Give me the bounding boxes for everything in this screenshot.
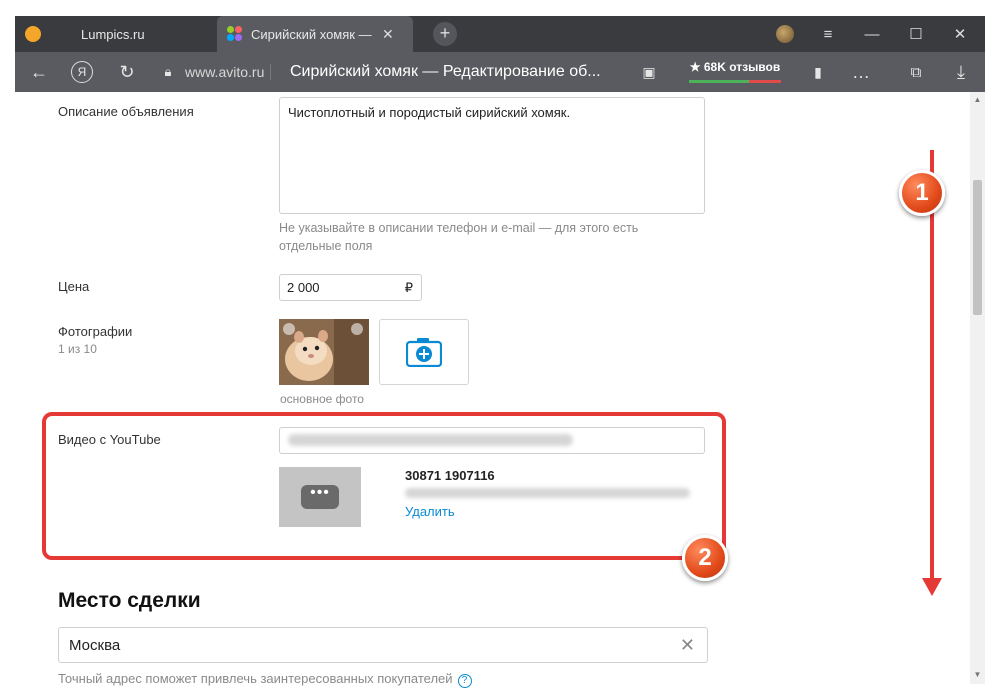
address-hint: Точный адрес поможет привлечь заинтересо… <box>58 671 472 688</box>
city-input[interactable]: Москва ✕ <box>58 627 708 663</box>
download-icon[interactable]: ⤓ <box>949 60 973 84</box>
more-icon[interactable]: … <box>849 60 873 84</box>
scroll-up-icon[interactable]: ▲ <box>972 95 983 106</box>
translate-icon[interactable]: ▣ <box>637 60 661 84</box>
tab-title: Lumpics.ru <box>81 26 145 42</box>
avito-favicon-icon <box>227 26 243 42</box>
step-badge-1: 1 <box>899 170 945 216</box>
tab-lumpics[interactable]: Lumpics.ru <box>15 16 215 52</box>
photos-label: Фотографии <box>58 324 133 339</box>
back-icon[interactable]: ← <box>27 60 51 84</box>
help-icon[interactable]: ? <box>457 674 472 688</box>
address-bar: ← Я ↻ 🔒︎ www.avito.ru Сирийский хомяк — … <box>15 52 985 92</box>
currency-symbol: ₽ <box>404 280 413 295</box>
page-content: Описание объявления Чистоплотный и пород… <box>15 92 970 700</box>
hamster-photo-image <box>279 319 369 385</box>
hamster-photo-thumbnail[interactable] <box>279 319 369 385</box>
url-page-title[interactable]: Сирийский хомяк — Редактирование об... <box>290 63 601 81</box>
extensions-icon[interactable]: ⧉ <box>904 60 928 84</box>
maximize-icon[interactable]: ☐ <box>901 16 931 52</box>
clear-city-icon[interactable]: ✕ <box>680 635 695 656</box>
price-label: Цена <box>58 279 90 294</box>
lock-icon[interactable]: 🔒︎ <box>156 60 180 84</box>
city-value: Москва <box>69 637 121 654</box>
yandex-icon[interactable]: Я <box>71 61 93 83</box>
page-scrollbar[interactable]: ▲ ▼ <box>970 92 985 684</box>
description-textarea[interactable]: Чистоплотный и породистый сирийский хомя… <box>279 97 705 214</box>
price-input[interactable]: 2 000 ₽ <box>279 274 422 301</box>
close-window-icon[interactable]: ✕ <box>945 16 975 52</box>
main-photo-caption: основное фото <box>280 392 364 406</box>
tab-strip: Lumpics.ru Сирийский хомяк — Ре ✕ + ≡ — … <box>15 16 985 52</box>
new-tab-button[interactable]: + <box>433 22 457 46</box>
camera-plus-icon <box>406 338 442 367</box>
step-badge-2: 2 <box>682 535 728 581</box>
menu-icon[interactable]: ≡ <box>813 16 843 52</box>
profile-avatar-icon[interactable] <box>776 25 794 43</box>
tab-avito[interactable]: Сирийский хомяк — Ре ✕ <box>217 16 413 52</box>
add-photo-button[interactable] <box>379 319 469 385</box>
arrow-head-icon <box>922 578 942 596</box>
deal-place-heading: Место сделки <box>58 589 201 612</box>
lumpics-favicon-icon <box>25 26 41 42</box>
description-label: Описание объявления <box>58 104 194 119</box>
url-domain[interactable]: www.avito.ru <box>185 64 272 80</box>
reviews-rating-bar <box>689 80 781 83</box>
minimize-icon[interactable]: — <box>857 16 887 52</box>
address-hint-text: Точный адрес поможет привлечь заинтересо… <box>58 671 453 686</box>
scroll-direction-arrow <box>930 150 934 582</box>
close-tab-icon[interactable]: ✕ <box>382 26 394 43</box>
tab-title: Сирийский хомяк — Ре <box>251 26 376 42</box>
reviews-badge[interactable]: ★ 68K отзывов <box>689 60 781 80</box>
photos-count: 1 из 10 <box>58 342 97 356</box>
bookmark-icon[interactable]: ▮ <box>806 60 830 84</box>
description-hint: Не указывайте в описании телефон и e-mai… <box>279 221 639 253</box>
scrollbar-thumb[interactable] <box>973 180 982 315</box>
reload-icon[interactable]: ↻ <box>115 60 139 84</box>
browser-tabbar: Lumpics.ru Сирийский хомяк — Ре ✕ + ≡ — … <box>0 0 1000 52</box>
scroll-down-icon[interactable]: ▼ <box>972 670 983 681</box>
video-section-highlight <box>42 412 726 560</box>
price-value: 2 000 <box>287 280 320 295</box>
